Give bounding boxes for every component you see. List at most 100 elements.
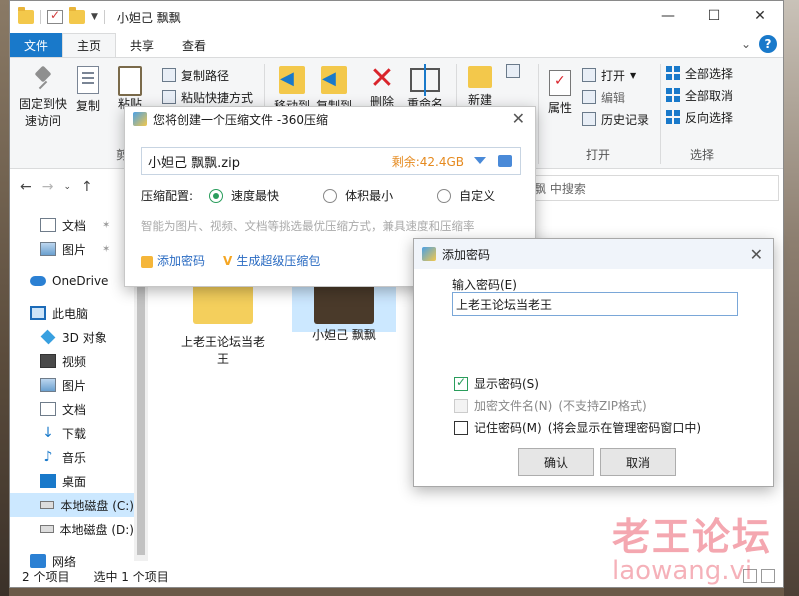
cube-icon bbox=[40, 329, 56, 345]
super-package-link[interactable]: V 生成超级压缩包 bbox=[223, 252, 320, 269]
up-button[interactable]: ↑ bbox=[81, 179, 93, 195]
tab-share[interactable]: 共享 bbox=[116, 33, 168, 57]
dialog-title: 您将创建一个压缩文件 -360压缩 bbox=[153, 112, 329, 127]
large-icons-view-icon[interactable] bbox=[761, 569, 775, 583]
folder-icon bbox=[193, 276, 253, 324]
link-row: 添加密码 V 生成超级压缩包 bbox=[141, 252, 320, 269]
edit-button[interactable]: 编辑 bbox=[582, 86, 649, 108]
pin-icon: ✶ bbox=[102, 219, 111, 231]
password-value: 上老王论坛当老王 bbox=[456, 297, 553, 312]
watermark-url: laowang.vi bbox=[612, 556, 753, 586]
checkbox-unchecked[interactable] bbox=[454, 420, 468, 435]
tab-file[interactable]: 文件 bbox=[10, 33, 63, 57]
ok-button[interactable]: 确认 bbox=[518, 448, 594, 476]
move-to-icon bbox=[279, 66, 305, 94]
invert-selection-button[interactable]: 反向选择 bbox=[666, 106, 733, 128]
show-password-checkbox[interactable]: 显示密码(S) bbox=[454, 375, 539, 392]
forward-button[interactable]: → bbox=[42, 179, 54, 195]
nav-item-label: 图片 bbox=[62, 378, 87, 393]
nav-item[interactable]: 图片 ✶ bbox=[10, 237, 134, 261]
history-button[interactable]: 历史记录 bbox=[582, 108, 649, 130]
nav-item-label: 视频 bbox=[62, 354, 87, 369]
new-folder-button[interactable]: 新建 bbox=[462, 60, 498, 109]
close-icon[interactable]: ✕ bbox=[512, 109, 525, 128]
option-custom-label[interactable]: 自定义 bbox=[459, 187, 495, 204]
pin-quick-access-button[interactable]: 固定到快 速访问 bbox=[16, 66, 70, 130]
copy-button[interactable]: 复制 bbox=[72, 66, 104, 115]
chevron-down-icon[interactable]: ▼ bbox=[91, 12, 98, 22]
select-all-button[interactable]: 全部选择 bbox=[666, 62, 733, 84]
delete-icon: ✕ bbox=[369, 61, 395, 96]
pic-icon bbox=[40, 242, 56, 256]
title-bar: ▼ 小妲己 飘飘 — ☐ ✕ bbox=[10, 1, 783, 33]
tab-home[interactable]: 主页 bbox=[62, 33, 117, 57]
vip-icon: V bbox=[223, 254, 233, 268]
copy-label: 复制 bbox=[75, 99, 100, 113]
remember-password-checkbox[interactable]: 记住密码(M) (将会显示在管理密码窗口中) bbox=[454, 419, 701, 436]
paste-shortcut-button[interactable]: 粘贴快捷方式 bbox=[162, 86, 253, 108]
select-all-label: 全部选择 bbox=[685, 66, 734, 81]
option-smallest-label[interactable]: 体积最小 bbox=[345, 187, 393, 204]
properties-icon[interactable] bbox=[47, 8, 63, 24]
doc-icon bbox=[40, 402, 56, 416]
item-count: 2 个项目 bbox=[22, 569, 70, 584]
nav-item[interactable]: 本地磁盘 (D:) bbox=[10, 517, 134, 541]
nav-item[interactable]: 此电脑 bbox=[10, 301, 134, 325]
tab-view[interactable]: 查看 bbox=[168, 33, 220, 57]
new-folder-icon[interactable] bbox=[69, 7, 85, 24]
space-left-label: 剩余:42.4GB bbox=[391, 154, 464, 169]
delete-button[interactable]: ✕ 删除 bbox=[364, 64, 400, 111]
folder-browse-icon[interactable] bbox=[498, 155, 512, 167]
search-input[interactable]: 飘飘 中搜索 bbox=[507, 175, 779, 201]
add-password-link[interactable]: 添加密码 bbox=[141, 252, 205, 269]
nav-item[interactable]: OneDrive bbox=[10, 269, 134, 293]
minimize-button[interactable]: — bbox=[645, 1, 691, 31]
close-button[interactable]: ✕ bbox=[737, 1, 783, 31]
nav-item[interactable]: 桌面 bbox=[10, 469, 134, 493]
divider bbox=[103, 10, 105, 24]
properties-label: 属性 bbox=[547, 101, 572, 115]
radio-custom[interactable] bbox=[437, 188, 452, 203]
password-input[interactable]: 上老王论坛当老王 bbox=[452, 292, 738, 316]
collapse-ribbon-icon[interactable]: ⌄ bbox=[741, 37, 751, 51]
back-button[interactable]: ← bbox=[20, 179, 32, 195]
nav-item[interactable]: 文档 ✶ bbox=[10, 213, 134, 237]
cancel-button[interactable]: 取消 bbox=[600, 448, 676, 476]
history-dropdown[interactable]: ⌄ bbox=[63, 182, 71, 192]
copy-path-button[interactable]: 复制路径 bbox=[162, 64, 253, 86]
checkbox-checked[interactable] bbox=[454, 375, 468, 391]
doc-icon bbox=[40, 218, 56, 232]
rename-icon bbox=[410, 64, 440, 96]
paste-shortcut-label: 粘贴快捷方式 bbox=[181, 90, 254, 105]
nav-item[interactable]: 3D 对象 bbox=[10, 325, 134, 349]
copy-icon bbox=[77, 66, 99, 94]
clipboard-small-group: 复制路径 粘贴快捷方式 bbox=[162, 64, 253, 108]
select-none-label: 全部取消 bbox=[685, 88, 734, 103]
archive-name-input[interactable]: 小妲己 飘飘.zip 剩余:42.4GB bbox=[141, 147, 521, 175]
add-password-dialog: 添加密码 ✕ 输入密码(E) 上老王论坛当老王 显示密码(S) 加密文件名(N)… bbox=[413, 238, 774, 487]
nav-item-label: 文档 bbox=[62, 218, 87, 233]
open-button[interactable]: 打开 ▼ bbox=[582, 64, 649, 86]
encrypt-filenames-label: 加密文件名(N) bbox=[474, 399, 553, 413]
vid-icon bbox=[40, 354, 56, 368]
nav-item[interactable]: ♪ 音乐 bbox=[10, 445, 134, 469]
folder-item[interactable]: 上老王论坛当老 王 bbox=[178, 276, 268, 368]
select-none-button[interactable]: 全部取消 bbox=[666, 84, 733, 106]
properties-button[interactable]: 属性 bbox=[542, 70, 578, 117]
chevron-down-icon[interactable] bbox=[474, 157, 486, 164]
radio-smallest[interactable] bbox=[323, 188, 338, 203]
radio-fastest[interactable] bbox=[209, 188, 224, 203]
option-fastest-label[interactable]: 速度最快 bbox=[231, 187, 279, 204]
properties-icon bbox=[549, 70, 571, 96]
nav-item[interactable]: ↓ 下载 bbox=[10, 421, 134, 445]
nav-item[interactable]: 本地磁盘 (C:) bbox=[10, 493, 134, 517]
nav-item[interactable]: 视频 bbox=[10, 349, 134, 373]
close-icon[interactable]: ✕ bbox=[750, 245, 763, 264]
group-open-label: 打开 bbox=[586, 148, 611, 162]
help-icon[interactable]: ? bbox=[759, 35, 777, 53]
nav-item[interactable]: 文档 bbox=[10, 397, 134, 421]
nav-item[interactable]: 图片 bbox=[10, 373, 134, 397]
history-icon bbox=[582, 112, 596, 126]
maximize-button[interactable]: ☐ bbox=[691, 1, 737, 31]
new-item-icon[interactable] bbox=[506, 64, 526, 81]
